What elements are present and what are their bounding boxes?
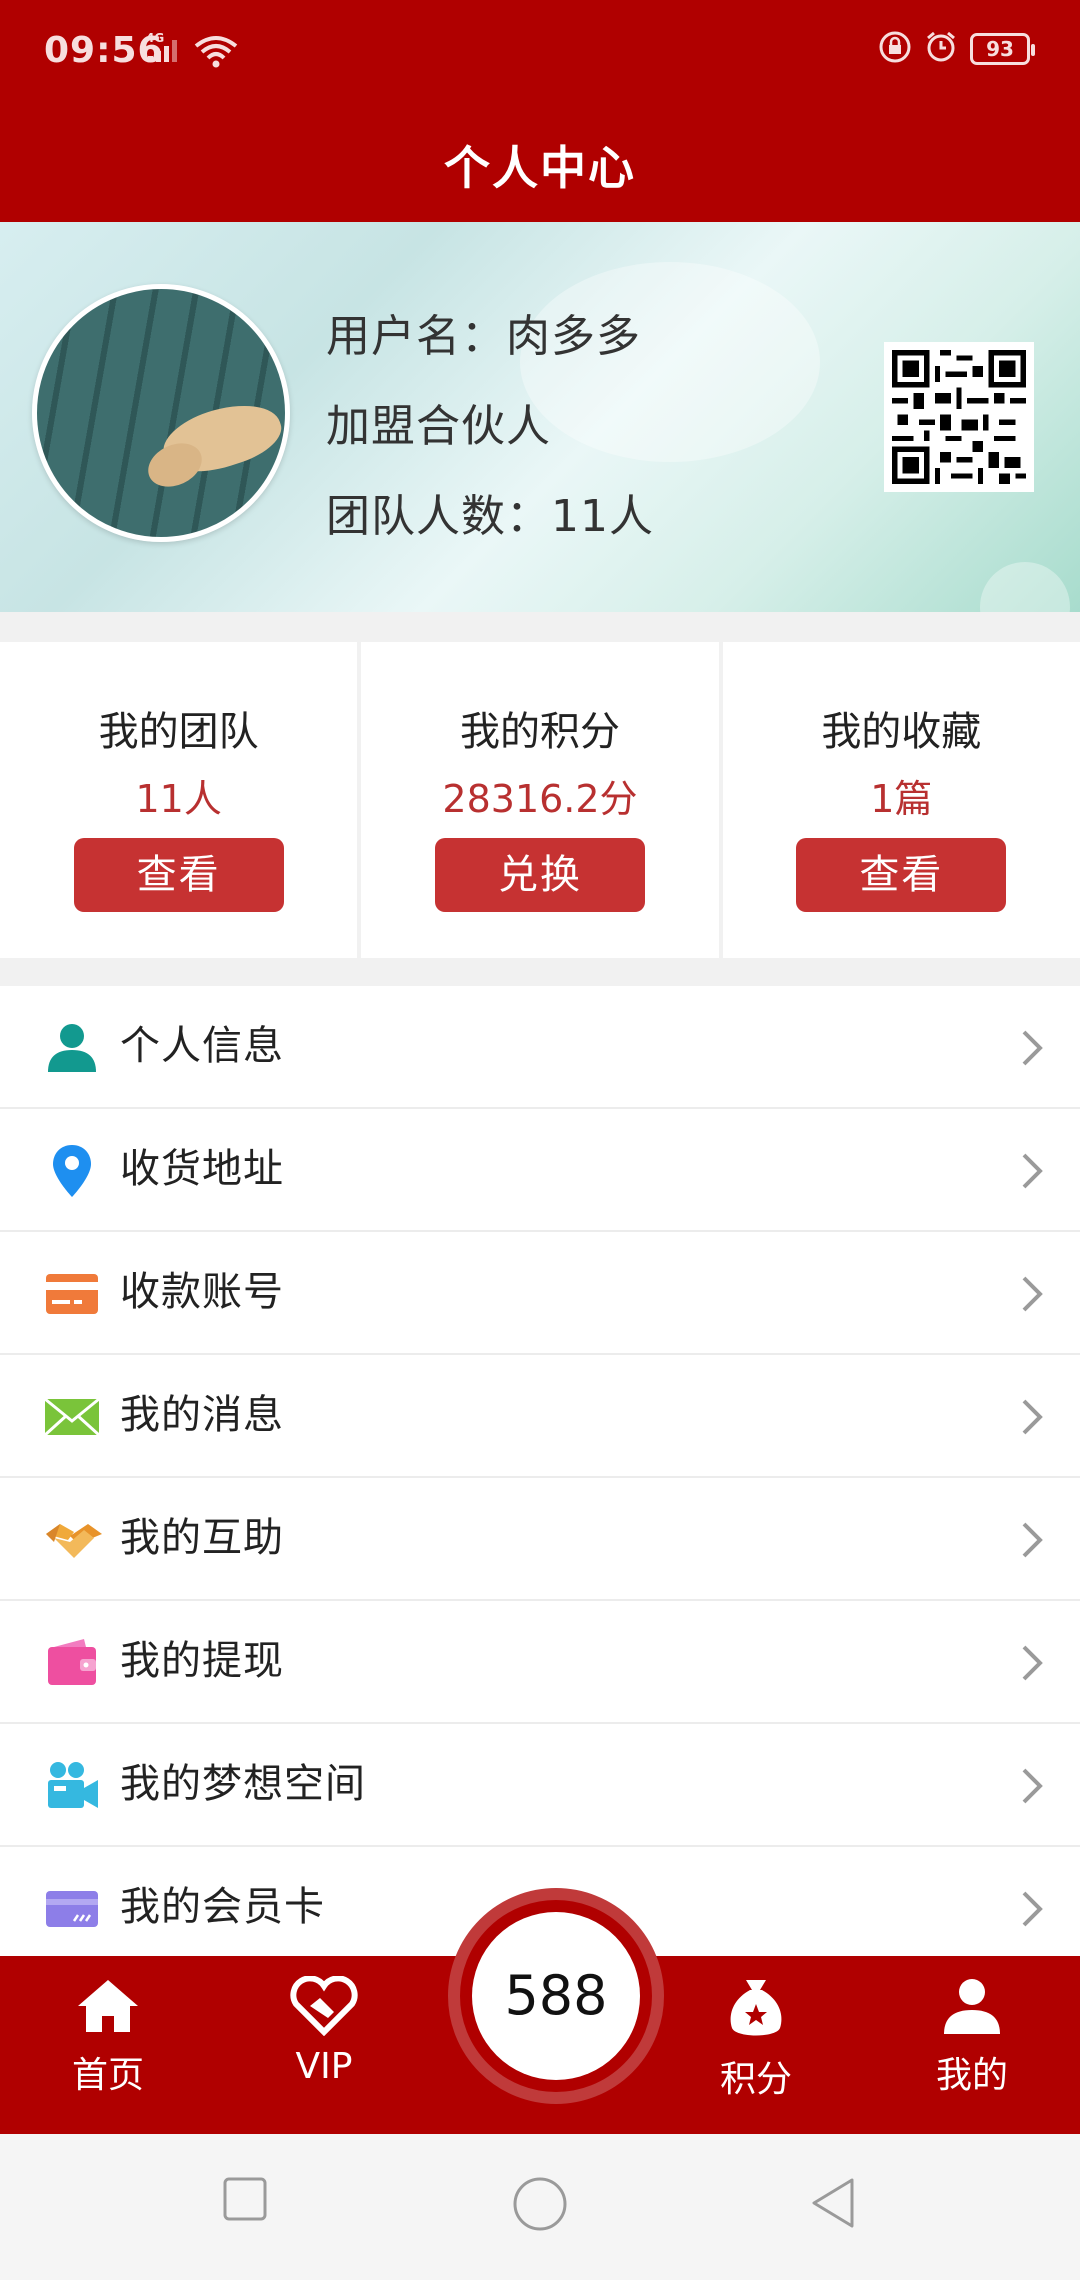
menu-item-label: 我的梦想空间 (120, 1761, 366, 1807)
video-camera-icon (44, 1758, 100, 1814)
menu-item-label: 我的互助 (120, 1515, 284, 1561)
profile-info: 用户名：肉多多 加盟合伙人 团队人数：11人 (326, 292, 654, 562)
menu-item-label: 我的会员卡 (120, 1884, 325, 1930)
menu-item-label: 收款账号 (120, 1269, 284, 1315)
nav-me-label: 我的 (935, 2055, 1008, 2096)
location-pin-icon (44, 1143, 100, 1199)
divider (0, 958, 1080, 986)
nav-vip-label: VIP (295, 2046, 353, 2087)
exchange-points-button[interactable]: 兑换 (434, 838, 645, 912)
battery-indicator: 93 (970, 33, 1035, 65)
divider (0, 612, 1080, 642)
qr-code-icon[interactable] (884, 342, 1034, 492)
status-bar: 09:56 4G 93 (0, 0, 1080, 108)
recent-apps-button[interactable] (222, 2176, 268, 2226)
chevron-right-icon (1018, 1520, 1046, 1560)
view-favorites-button[interactable]: 查看 (796, 838, 1007, 912)
team-count: 团队人数：11人 (326, 491, 654, 542)
nav-home-label: 首页 (71, 2055, 144, 2096)
money-bag-icon (730, 1980, 782, 2036)
title-bar: 个人中心 (0, 108, 1080, 222)
wifi-icon (194, 34, 238, 72)
menu-list: 个人信息 收货地址 收款账号 我的消息 我的互助 我的提现 我的梦想空间 我的会… (0, 986, 1080, 1970)
page-title: 个人中心 (444, 141, 636, 195)
alarm-icon (924, 30, 958, 68)
menu-item-dream-space[interactable]: 我的梦想空间 (0, 1724, 1080, 1847)
menu-item-messages[interactable]: 我的消息 (0, 1355, 1080, 1478)
status-icons: 93 (878, 30, 1035, 68)
member-role: 加盟合伙人 (326, 401, 551, 452)
stat-title: 我的积分 (459, 709, 620, 755)
stat-value: 28316.2分 (442, 777, 638, 821)
chevron-right-icon (1018, 1889, 1046, 1929)
menu-item-label: 收货地址 (120, 1146, 284, 1192)
stat-title: 我的收藏 (821, 709, 982, 755)
envelope-icon (43, 1389, 101, 1445)
menu-item-shipping-address[interactable]: 收货地址 (0, 1109, 1080, 1232)
network-type: 4G (146, 31, 164, 45)
nav-vip[interactable]: VIP (244, 1976, 404, 2087)
menu-item-personal-info[interactable]: 个人信息 (0, 986, 1080, 1109)
card-icon (44, 1266, 100, 1322)
nav-points[interactable]: 积分 (676, 1976, 836, 2102)
stats-panel: 我的团队 11人 查看 我的积分 28316.2分 兑换 我的收藏 1篇 查看 (0, 642, 1080, 958)
menu-item-label: 我的消息 (120, 1392, 284, 1438)
avatar[interactable] (32, 284, 290, 542)
menu-item-mutual-aid[interactable]: 我的互助 (0, 1478, 1080, 1601)
menu-item-label: 个人信息 (120, 1023, 284, 1069)
nav-points-label: 积分 (719, 2059, 792, 2100)
handshake-icon (44, 1512, 102, 1568)
chevron-right-icon (1018, 1274, 1046, 1314)
stat-value: 11人 (135, 777, 222, 821)
center-action-value: 588 (472, 1912, 640, 2080)
stat-team: 我的团队 11人 查看 (0, 642, 358, 958)
wallet-icon (44, 1635, 100, 1691)
menu-item-payment-account[interactable]: 收款账号 (0, 1232, 1080, 1355)
lock-rotation-icon (878, 30, 912, 68)
menu-item-label: 我的提现 (120, 1638, 284, 1684)
center-action-button[interactable]: 588 (448, 1888, 664, 2104)
chevron-right-icon (1018, 1028, 1046, 1068)
chevron-right-icon (1018, 1397, 1046, 1437)
nav-home[interactable]: 首页 (28, 1976, 188, 2098)
member-card-icon (44, 1881, 100, 1937)
system-nav-bar (0, 2134, 1080, 2280)
chevron-right-icon (1018, 1151, 1046, 1191)
home-button[interactable] (512, 2176, 568, 2236)
back-button[interactable] (808, 2176, 858, 2234)
username: 用户名：肉多多 (326, 311, 641, 362)
home-icon (78, 1980, 138, 2032)
cell-signal-icon: 4G (144, 30, 184, 70)
stat-value: 1篇 (870, 777, 933, 821)
person-icon (44, 1020, 100, 1076)
stat-title: 我的团队 (98, 709, 259, 755)
chevron-right-icon (1018, 1643, 1046, 1683)
nav-me[interactable]: 我的 (892, 1976, 1052, 2098)
stat-favorites: 我的收藏 1篇 查看 (722, 642, 1080, 958)
chevron-right-icon (1018, 1766, 1046, 1806)
person-icon (944, 1979, 1000, 2034)
menu-item-withdrawal[interactable]: 我的提现 (0, 1601, 1080, 1724)
app-screen: 09:56 4G 93 个人中心 用户名：肉多多 加盟合伙人 团队人数：11人 … (0, 0, 1080, 2280)
heart-handshake-icon (290, 1976, 358, 2036)
background-bubble (980, 562, 1070, 612)
stat-points: 我的积分 28316.2分 兑换 (361, 642, 719, 958)
view-team-button[interactable]: 查看 (73, 838, 284, 912)
profile-header: 用户名：肉多多 加盟合伙人 团队人数：11人 (0, 222, 1080, 612)
